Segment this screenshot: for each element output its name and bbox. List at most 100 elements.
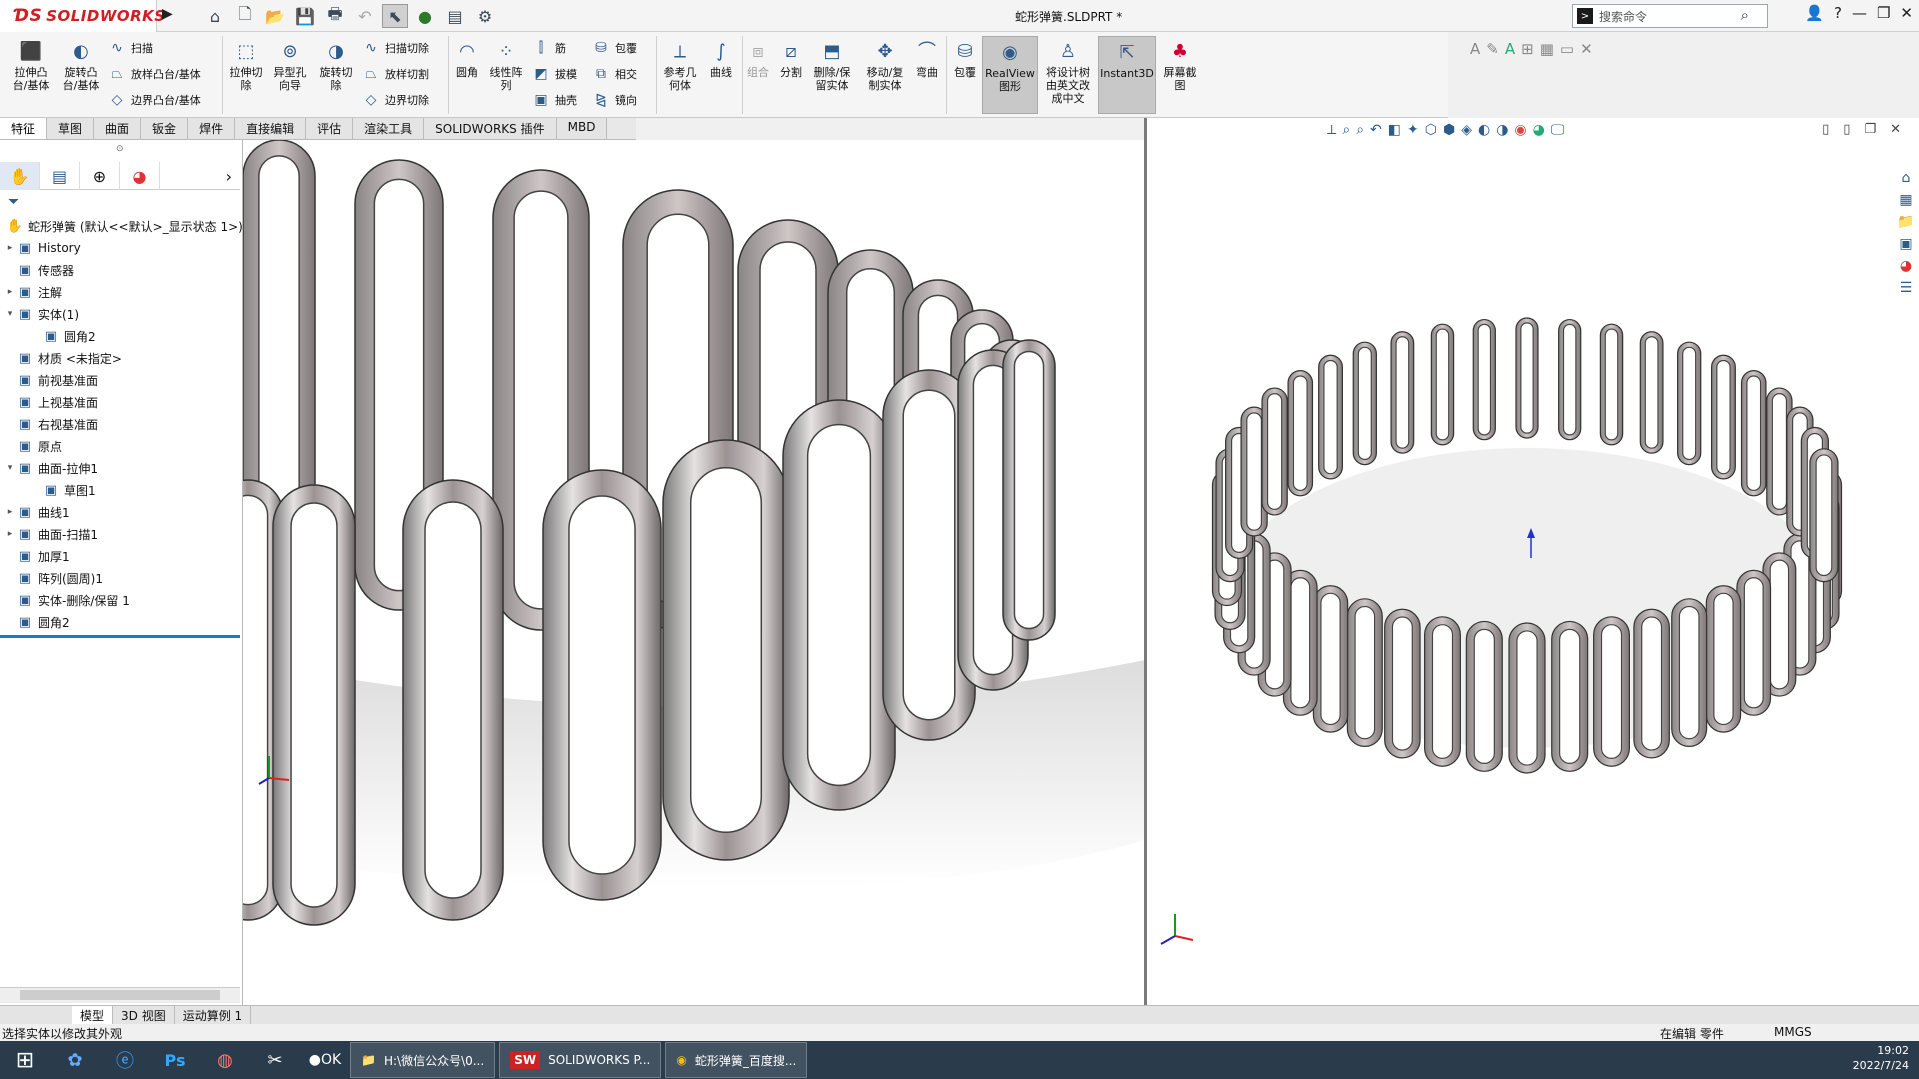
rebuild-icon[interactable]: ● — [412, 4, 438, 28]
help-icon[interactable]: ? — [1834, 4, 1842, 22]
boundary-boss-button[interactable]: ◇ 边界凸台/基体 — [108, 92, 201, 108]
expand-arrow-icon[interactable]: ▸ — [4, 287, 16, 297]
undo-icon[interactable]: ↶ — [352, 4, 378, 28]
sweep-button[interactable]: ∿ 扫描 — [108, 40, 153, 56]
tree-item[interactable]: ▣ 圆角2 — [0, 611, 243, 633]
expand-arrow-icon[interactable]: ▸ — [4, 243, 16, 253]
tab-3d-views[interactable]: 3D 视图 — [113, 1006, 175, 1024]
note-icon[interactable]: ✎ — [1486, 40, 1499, 58]
text-icon[interactable]: A — [1470, 40, 1480, 58]
taskbar-explorer-window[interactable]: 📁 H:\微信公众号\0... — [350, 1042, 496, 1078]
graphics-viewport-overview[interactable]: ⟂ ⌕ ⌕ ↶ ◧ ✦ ⬡ ⬢ ◈ ◐ ◑ ◉ ◕ 🖵 ▯ ▯ ❐ ✕ ⌂ ▦ … — [1147, 118, 1919, 1005]
panel-collapse-handle[interactable]: ⊙ — [116, 144, 124, 154]
boundary-cut-button[interactable]: ◇ 边界切除 — [362, 92, 429, 108]
tab-sheet-metal[interactable]: 钣金 — [141, 118, 189, 139]
minimize-button[interactable]: — — [1852, 4, 1867, 22]
lofted-cut-button[interactable]: ⏢ 放样切割 — [362, 66, 429, 82]
baidu-netdisk-icon[interactable]: ✿ — [50, 1042, 100, 1078]
realview-graphics-button[interactable]: ◉ RealView 图形 — [982, 36, 1038, 114]
tree-item[interactable]: ▾ ▣ 实体(1) — [0, 303, 243, 325]
menu-expand-icon[interactable]: ▶ — [162, 6, 173, 22]
curves-button[interactable]: ∫ 曲线 — [704, 40, 738, 79]
wrap-feature-button[interactable]: ⛁ 包覆 — [948, 40, 982, 79]
mirror-button[interactable]: ⧎ 镜向 — [592, 92, 637, 108]
tree-item[interactable]: ▣ 圆角2 — [0, 325, 243, 347]
shell-button[interactable]: ▣ 抽壳 — [532, 92, 577, 108]
tab-evaluate[interactable]: 评估 — [306, 118, 354, 139]
expand-arrow-icon[interactable]: ▸ — [4, 529, 16, 539]
system-tray[interactable]: 19:02 2022/7/24 — [1853, 1043, 1909, 1073]
close-button[interactable]: ✕ — [1900, 4, 1913, 22]
tab-mbd[interactable]: MBD — [556, 118, 608, 139]
restore-button[interactable]: ❐ — [1877, 4, 1890, 22]
tree-item[interactable]: ▣ 上视基准面 — [0, 391, 243, 413]
tab-addins[interactable]: SOLIDWORKS 插件 — [424, 118, 557, 139]
start-button-icon[interactable]: ⊞ — [0, 1042, 50, 1078]
loft-boss-button[interactable]: ⏢ 放样凸台/基体 — [108, 66, 200, 82]
instant3d-button[interactable]: ⇱ Instant3D — [1098, 36, 1156, 114]
move-copy-body-button[interactable]: ✥ 移动/复 制实体 — [862, 40, 908, 92]
scrollbar-thumb[interactable] — [20, 990, 220, 1000]
revolve-boss-button[interactable]: ◐ 旋转凸 台/基体 — [58, 40, 104, 92]
rib-button[interactable]: ⫿ 筋 — [532, 40, 566, 56]
photoshop-icon[interactable]: Ps — [150, 1042, 200, 1078]
display-manager-tab-icon[interactable]: ◕ — [120, 162, 160, 190]
dimension-icon[interactable]: ⊞ — [1521, 40, 1534, 58]
configuration-manager-tab-icon[interactable]: ⊕ — [80, 162, 120, 190]
search-icon[interactable]: ⌕ — [1741, 6, 1749, 24]
combine-button[interactable]: ⧈ 组合 — [744, 40, 772, 79]
browser-ie-icon[interactable]: ⓔ — [100, 1042, 150, 1078]
property-manager-tab-icon[interactable]: ▤ — [40, 162, 80, 190]
filter-icon[interactable]: ⏷ — [8, 194, 19, 210]
screenshot-button[interactable]: ♣ 屏幕截 图 — [1158, 40, 1202, 92]
block-icon[interactable]: ▭ — [1560, 40, 1574, 58]
search-commands-field[interactable]: > 搜索命令 ⌕ — [1572, 4, 1768, 28]
cross-icon[interactable]: ✕ — [1580, 40, 1593, 58]
hole-wizard-button[interactable]: ⊚ 异型孔 向导 — [268, 40, 312, 92]
home-icon[interactable]: ⌂ — [202, 4, 228, 28]
print-icon[interactable]: 🖶 — [322, 4, 348, 28]
linear-pattern-button[interactable]: ⁘ 线性阵 列 — [484, 40, 528, 92]
tree-item[interactable]: ▸ ▣ 曲面-扫描1 — [0, 523, 243, 545]
draft-button[interactable]: ◩ 拔模 — [532, 66, 577, 82]
wrap-button[interactable]: ⛁ 包覆 — [592, 40, 637, 56]
tab-features[interactable]: 特征 — [0, 118, 48, 139]
tab-render-tools[interactable]: 渲染工具 — [353, 118, 425, 139]
expand-arrow-icon[interactable]: ▸ — [4, 507, 16, 517]
flex-button[interactable]: ⌒ 弯曲 — [912, 40, 942, 79]
tree-item[interactable]: ▾ ▣ 曲面-拉伸1 — [0, 457, 243, 479]
taskbar-chrome-window[interactable]: ◉ 蛇形弹簧_百度搜... — [665, 1042, 808, 1078]
extrude-boss-button[interactable]: ⬛ 拉伸凸 台/基体 — [8, 40, 54, 92]
tree-root[interactable]: ✋ 蛇形弹簧 (默认<<默认>_显示状态 1>) — [0, 215, 243, 237]
panel-more-arrow-icon[interactable]: › — [160, 162, 240, 190]
horizontal-scrollbar[interactable] — [0, 987, 240, 1003]
tree-item[interactable]: ▣ 右视基准面 — [0, 413, 243, 435]
expand-arrow-icon[interactable]: ▾ — [4, 463, 16, 473]
tab-motion-study[interactable]: 运动算例 1 — [175, 1006, 252, 1024]
open-icon[interactable]: 📂 — [262, 4, 288, 28]
recording-app-icon[interactable]: ●OK — [300, 1042, 350, 1078]
revolve-cut-button[interactable]: ◑ 旋转切 除 — [314, 40, 358, 92]
tab-sketch[interactable]: 草图 — [47, 118, 95, 139]
tree-item[interactable]: ▸ ▣ 曲线1 — [0, 501, 243, 523]
translate-tree-button[interactable]: ♙ 将设计树 由英文改 成中文 — [1040, 40, 1096, 105]
tree-item[interactable]: ▣ 传感器 — [0, 259, 243, 281]
new-document-icon[interactable]: 🗋 — [232, 4, 258, 28]
tree-item[interactable]: ▣ 实体-删除/保留 1 — [0, 589, 243, 611]
rollback-bar[interactable] — [0, 635, 240, 638]
tree-item[interactable]: ▸ ▣ 注解 — [0, 281, 243, 303]
file-properties-icon[interactable]: ▤ — [442, 4, 468, 28]
fillet-button[interactable]: ◠ 圆角 — [452, 40, 482, 79]
tree-item[interactable]: ▣ 原点 — [0, 435, 243, 457]
tree-item[interactable]: ▣ 阵列(圆周)1 — [0, 567, 243, 589]
intersect-button[interactable]: ⧉ 相交 — [592, 66, 637, 82]
tab-weldments[interactable]: 焊件 — [188, 118, 236, 139]
tree-item[interactable]: ▣ 材质 <未指定> — [0, 347, 243, 369]
tab-direct-editing[interactable]: 直接编辑 — [235, 118, 307, 139]
scissors-icon[interactable]: ✂ — [250, 1042, 300, 1078]
delete-keep-body-button[interactable]: ⬒ 删除/保 留实体 — [810, 40, 854, 92]
media-app-icon[interactable]: ◍ — [200, 1042, 250, 1078]
options-gear-icon[interactable]: ⚙ — [472, 4, 498, 28]
solidworks-logo[interactable]: ƊS SOLIDWORKS — [0, 0, 165, 32]
expand-arrow-icon[interactable]: ▾ — [4, 309, 16, 319]
